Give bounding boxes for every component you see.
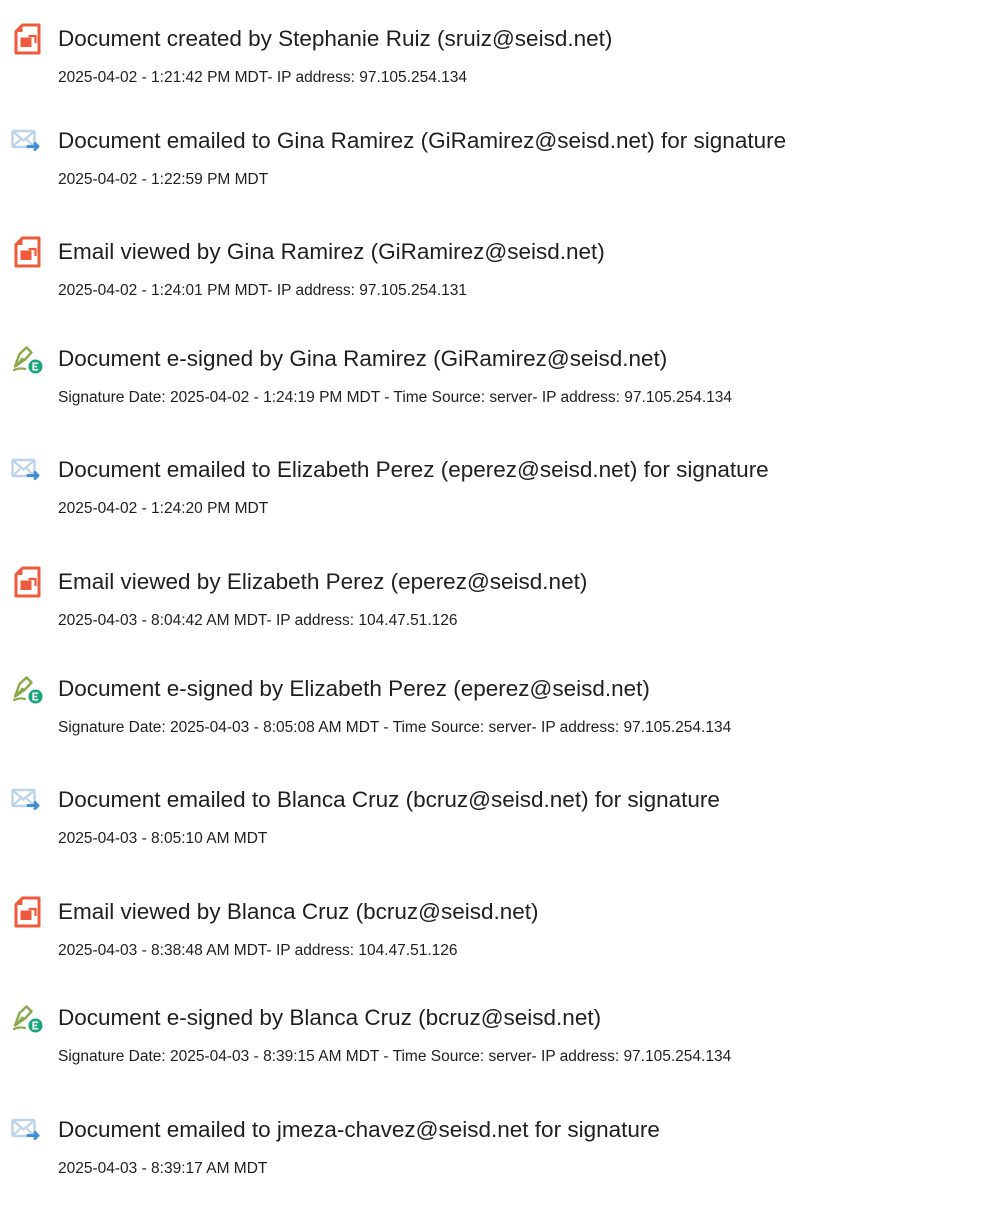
e-signed-icon <box>11 342 45 376</box>
event-title: Document created by Stephanie Ruiz (srui… <box>58 26 613 51</box>
event-title: Document e-signed by Gina Ramirez (GiRam… <box>58 346 668 371</box>
event-title: Document emailed to Elizabeth Perez (epe… <box>58 457 769 482</box>
event-title: Document emailed to Blanca Cruz (bcruz@s… <box>58 787 720 812</box>
event-title: Email viewed by Blanca Cruz (bcruz@seisd… <box>58 899 539 924</box>
event-detail: 2025-04-03 - 8:38:48 AM MDT- IP address:… <box>58 942 458 959</box>
event-detail: 2025-04-02 - 1:24:20 PM MDT <box>58 500 269 517</box>
event-title: Document emailed to Gina Ramirez (GiRami… <box>58 128 787 153</box>
event-detail: Signature Date: 2025-04-03 - 8:05:08 AM … <box>58 719 732 736</box>
audit-event: Document emailed to jmeza-chavez@seisd.n… <box>0 1113 986 1203</box>
event-title: Document emailed to jmeza-chavez@seisd.n… <box>58 1117 660 1142</box>
e-signed-icon <box>11 1001 45 1035</box>
audit-event: Document emailed to Elizabeth Perez (epe… <box>0 453 986 543</box>
event-title: Document e-signed by Blanca Cruz (bcruz@… <box>58 1005 602 1030</box>
audit-event-list: Document created by Stephanie Ruiz (srui… <box>0 0 986 1224</box>
event-detail: Signature Date: 2025-04-02 - 1:24:19 PM … <box>58 389 733 406</box>
email-viewed-icon <box>11 235 45 269</box>
event-detail: 2025-04-02 - 1:21:42 PM MDT- IP address:… <box>58 69 467 86</box>
document-emailed-icon <box>11 783 45 817</box>
event-detail: Signature Date: 2025-04-03 - 8:39:15 AM … <box>58 1048 732 1065</box>
audit-event: Document emailed to Gina Ramirez (GiRami… <box>0 124 986 214</box>
event-detail: 2025-04-03 - 8:04:42 AM MDT- IP address:… <box>58 612 458 629</box>
document-emailed-icon <box>11 1113 45 1147</box>
document-emailed-icon <box>11 453 45 487</box>
event-detail: 2025-04-02 - 1:22:59 PM MDT <box>58 171 269 188</box>
email-viewed-icon <box>11 895 45 929</box>
email-viewed-icon <box>11 565 45 599</box>
audit-event: Email viewed by Blanca Cruz (bcruz@seisd… <box>0 895 986 985</box>
document-created-icon <box>11 22 45 56</box>
event-title: Document e-signed by Elizabeth Perez (ep… <box>58 676 650 701</box>
audit-event: Document e-signed by Elizabeth Perez (ep… <box>0 672 986 762</box>
event-title: Email viewed by Gina Ramirez (GiRamirez@… <box>58 239 605 264</box>
event-detail: 2025-04-03 - 8:39:17 AM MDT <box>58 1160 268 1177</box>
document-emailed-icon <box>11 124 45 158</box>
audit-event: Email viewed by Gina Ramirez (GiRamirez@… <box>0 235 986 325</box>
event-detail: 2025-04-02 - 1:24:01 PM MDT- IP address:… <box>58 282 467 299</box>
audit-event: Document emailed to Blanca Cruz (bcruz@s… <box>0 783 986 873</box>
e-signed-icon <box>11 672 45 706</box>
event-detail: 2025-04-03 - 8:05:10 AM MDT <box>58 830 268 847</box>
audit-event: Document e-signed by Blanca Cruz (bcruz@… <box>0 1001 986 1091</box>
audit-event: Email viewed by Elizabeth Perez (eperez@… <box>0 565 986 655</box>
event-title: Email viewed by Elizabeth Perez (eperez@… <box>58 569 588 594</box>
audit-event: Document created by Stephanie Ruiz (srui… <box>0 22 986 112</box>
audit-event: Document e-signed by Gina Ramirez (GiRam… <box>0 342 986 432</box>
